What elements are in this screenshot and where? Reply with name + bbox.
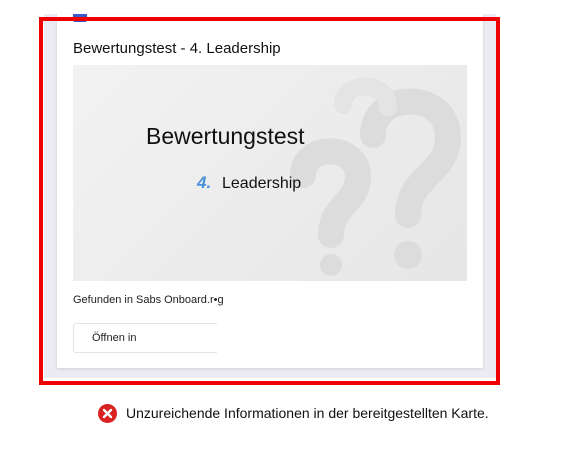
hero-title: Bewertungstest [146,123,305,149]
feedback-text: Unzureichende Informationen in der berei… [126,405,489,421]
hero-number: 4. [197,173,212,192]
card-title: Bewertungstest - 4. Leadership [73,40,281,57]
question-marks-decoration-icon [290,77,462,276]
hero-image: Bewertungstest 4. Leadership [73,65,467,281]
source-caption: Gefunden in Sabs Onboard.r•g [73,294,224,306]
error-x-icon [98,404,117,423]
hero-subtitle: Leadership [222,175,302,192]
adaptive-card: Bewertungstest - 4. Leadership Bewertung… [57,14,483,368]
app-logo-icon [73,14,87,22]
open-in-button[interactable]: Öffnen in [73,323,217,353]
card-app-header [73,14,373,28]
